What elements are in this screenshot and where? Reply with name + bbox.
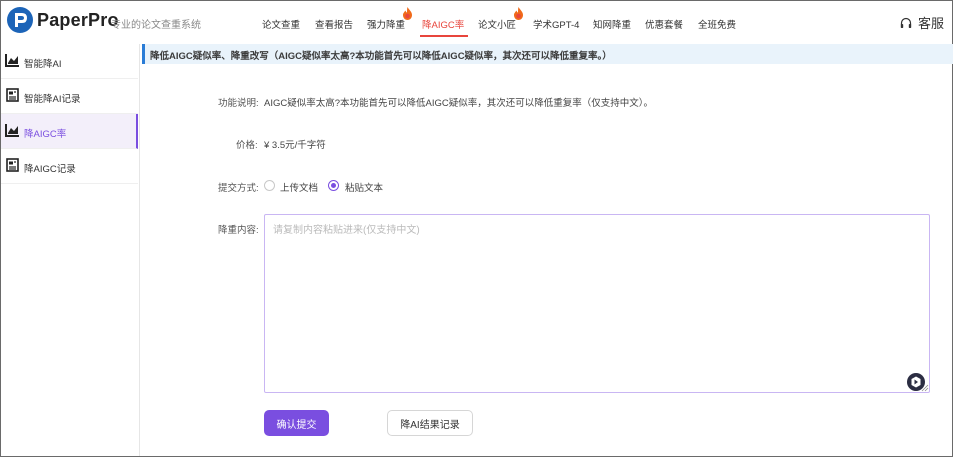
price-label: 价格:: [236, 140, 258, 151]
upload-document-radio[interactable]: [264, 180, 275, 191]
brand-tagline: 专业的论文查重系统: [111, 20, 201, 31]
sidebar-item-smart-reduce-ai[interactable]: 智能降AI: [1, 44, 138, 79]
description-text: AIGC疑似率太高?本功能首先可以降低AIGC疑似率，其次还可以降低重复率（仅支…: [264, 98, 653, 109]
nav-item-academic-gpt4[interactable]: 学术GPT-4: [533, 17, 579, 31]
sidebar-item-reduce-aigc-records[interactable]: 降AIGC记录: [1, 149, 138, 184]
brand-name[interactable]: PaperPro: [37, 10, 119, 31]
document-icon: [6, 88, 19, 102]
hot-badge-icon: [514, 7, 523, 20]
price-value: ¥ 3.5元/千字符: [264, 140, 326, 151]
paperpro-logo-icon[interactable]: [7, 7, 33, 33]
paste-text-radio[interactable]: [328, 180, 339, 191]
nav-item-class-free[interactable]: 全班免费: [698, 17, 736, 31]
hot-badge-icon: [403, 7, 412, 20]
customer-service-button[interactable]: 客服: [900, 13, 944, 32]
resize-handle-icon[interactable]: [921, 384, 929, 392]
customer-service-label: 客服: [917, 16, 944, 31]
reduce-ai-records-button[interactable]: 降AI结果记录: [387, 410, 473, 436]
submit-mode-label: 提交方式:: [218, 183, 259, 194]
notice-banner: 降低AIGC疑似率、降重改写（AIGC疑似率太高?本功能首先可以降低AIGC疑似…: [142, 44, 953, 64]
headset-icon: [900, 17, 912, 29]
content-label: 降重内容:: [218, 225, 259, 236]
sidebar-item-smart-reduce-ai-records[interactable]: 智能降AI记录: [1, 79, 138, 114]
nav-item-cnki-rewrite[interactable]: 知网降重: [593, 17, 631, 31]
chart-icon: [5, 124, 19, 137]
nav-item-strong-rewrite[interactable]: 强力降重: [367, 17, 405, 31]
confirm-submit-button[interactable]: 确认提交: [264, 410, 329, 436]
nav-item-paper-craftsman[interactable]: 论文小匠: [478, 17, 516, 31]
nav-item-discount-packages[interactable]: 优惠套餐: [645, 17, 683, 31]
sidebar-item-label: 降AIGC记录: [24, 164, 76, 175]
notice-text: 降低AIGC疑似率、降重改写（AIGC疑似率太高?本功能首先可以降低AIGC疑似…: [150, 51, 612, 62]
sidebar: 智能降AI 智能降AI记录 降AIGC率 降AIGC记录: [1, 44, 140, 456]
top-navigation-bar: PaperPro 专业的论文查重系统 论文查重 查看报告 强力降重 降AIGC率…: [1, 1, 952, 41]
sidebar-item-reduce-aigc[interactable]: 降AIGC率: [1, 114, 138, 149]
sidebar-item-label: 智能降AI记录: [24, 94, 81, 105]
paste-text-label[interactable]: 粘贴文本: [345, 180, 383, 194]
document-icon: [6, 158, 19, 172]
chart-icon: [5, 54, 19, 67]
nav-active-underline: [420, 35, 468, 37]
upload-document-label[interactable]: 上传文档: [280, 180, 318, 194]
nav-item-reduce-aigc[interactable]: 降AIGC率: [422, 17, 464, 31]
nav-item-paper-check[interactable]: 论文查重: [262, 17, 300, 31]
description-label: 功能说明:: [218, 98, 259, 109]
sidebar-item-label: 智能降AI: [24, 59, 62, 70]
sidebar-item-label: 降AIGC率: [24, 129, 67, 140]
nav-item-view-report[interactable]: 查看报告: [315, 17, 353, 31]
content-textarea[interactable]: [264, 214, 930, 393]
